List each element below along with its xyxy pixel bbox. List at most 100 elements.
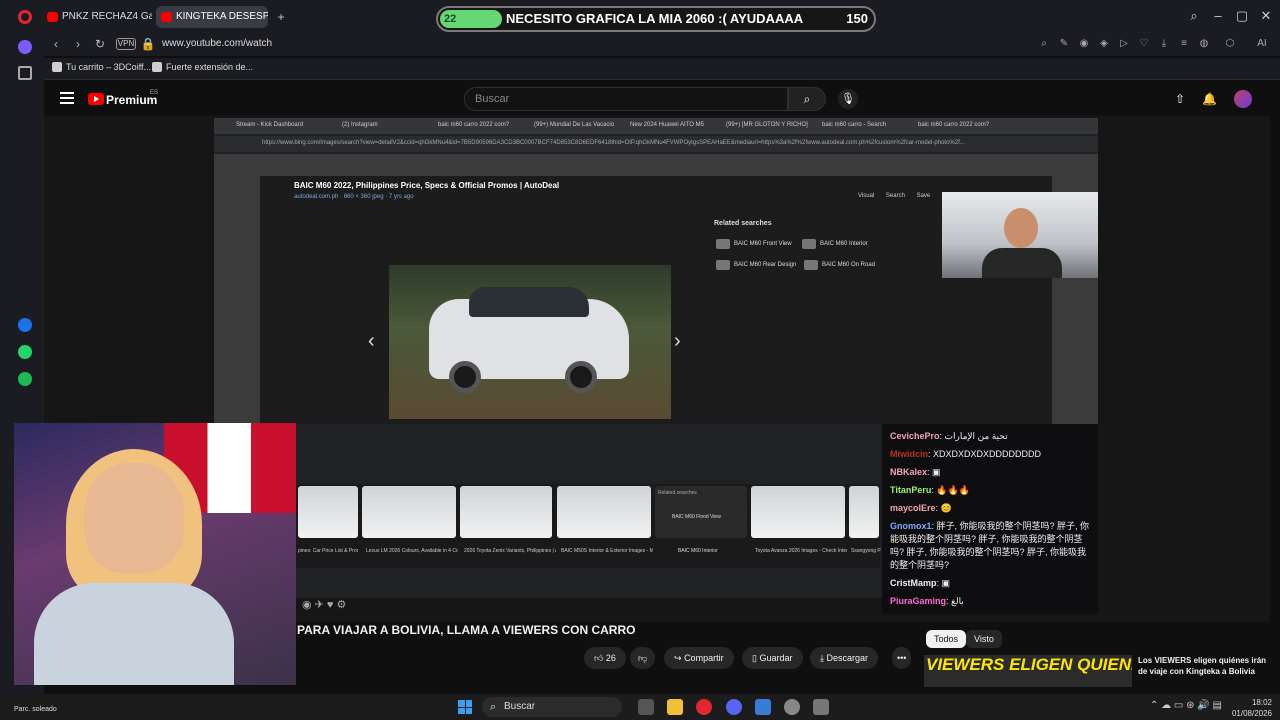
thumbnail-image [751,486,845,538]
captured-tab: New 2024 Huawei AITO M5 [630,122,704,128]
thumbnail-caption: Toyota Avanza 2026 Images - Check Interi… [755,548,847,554]
forward-icon[interactable]: › [70,36,86,52]
ai-icon[interactable]: AI [1252,38,1272,50]
captured-tab: (99+) [MR GLOTON Y RICHO] [726,122,808,128]
video-title: PARA VIAJAR A BOLIVIA, LLAMA A VIEWERS C… [297,623,636,637]
streamer-face [1004,208,1038,248]
chip-all[interactable]: Todos [926,630,967,648]
messenger-icon[interactable] [18,318,32,332]
vpn-badge[interactable]: VPN [116,38,136,50]
lock-icon: 🔒 [140,37,156,51]
microphone-icon[interactable]: 🎙 [838,89,858,109]
related-search-item: BAIC M60 On Road [804,260,875,270]
share-button[interactable]: ↪ Compartir [664,647,734,669]
recommended-thumbnail[interactable]: VIEWERS ELIGEN QUIENES [924,655,1132,687]
opera-icon[interactable] [696,699,712,715]
captured-tab: baic m60 carro 2022 com? [918,122,990,128]
spotify-icon[interactable] [18,372,32,386]
browser-tab[interactable]: PNKZ RECHAZ4 Ganar [42,6,152,28]
shield-icon[interactable]: ◈ [1098,38,1110,50]
star-icon[interactable] [18,66,32,80]
menu-icon[interactable]: ≡ [1178,38,1190,50]
captured-tab: (2) Instagram [342,122,378,128]
browser-tab-active[interactable]: KINGTEKA DESESPER [156,6,268,28]
close-icon[interactable]: ✕ [1258,8,1274,24]
more-actions-button[interactable]: ••• [892,647,912,669]
chat-username: Miwidcin [890,449,928,459]
thumbs-up-icon: 👍︎ [594,653,604,663]
hamburger-menu-icon[interactable] [60,92,74,104]
maximize-icon[interactable]: ▢ [1234,8,1250,24]
like-button[interactable]: 👍︎ 26 [584,647,626,669]
discord-icon[interactable] [726,699,742,715]
youtube-logo-icon[interactable] [88,93,104,105]
chat-message: maycolEre: 😊 [890,503,952,513]
chat-message: CevichePro: تحية من الإمارات [890,431,1008,441]
app-icon[interactable] [784,699,800,715]
chat-username: PiuraGaming [890,596,947,606]
task-view-icon[interactable] [638,699,654,715]
camera-icon[interactable]: ◉ [1078,38,1090,50]
clock-time: 18:02 [1251,698,1272,707]
chat-username: Gnomox1 [890,521,932,531]
back-icon[interactable]: ‹ [48,36,64,52]
search-tabs-icon[interactable]: ⌕ [1186,8,1202,24]
thumbnail-overlay-text: VIEWERS ELIGEN QUIENES [926,655,1132,674]
related-search-item: BAIC M60 Interior [802,239,868,249]
download-button[interactable]: ⤓ Descargar [810,647,879,669]
windows-start-icon[interactable] [458,700,472,714]
bookmark-item[interactable]: Fuerte extensión de... [152,62,253,72]
app-icon[interactable] [755,699,771,715]
save-label: Guardar [759,653,793,663]
dislike-button[interactable]: 👎︎ [630,647,656,669]
download-icon[interactable]: ⤓ [1158,38,1170,50]
download-label: Descargar [826,653,869,663]
bookmark-item[interactable]: Tu carrito – 3DCoiff... [52,62,151,72]
upload-icon[interactable]: ⇧ [1173,92,1187,106]
save-button[interactable]: ▯ Guardar [742,647,803,669]
chat-message: TitanPeru: 🔥🔥🔥 [890,485,970,495]
cohost-shirt [34,583,234,685]
whatsapp-icon[interactable] [18,345,32,359]
url-field[interactable]: www.youtube.com/watch [162,38,272,49]
bookmark-favicon-icon [52,62,62,72]
reload-icon[interactable]: ↻ [92,36,108,52]
search-icon[interactable]: ⌕ [1038,38,1050,50]
play-icon[interactable]: ▷ [1118,38,1130,50]
thumbnail-caption: 2026 Toyota Zenix Variants, Philippines … [464,548,556,554]
chat-username: maycolEre [890,503,936,513]
search-button[interactable]: ⌕ [788,87,826,111]
heart-icon[interactable]: ♡ [1138,38,1150,50]
taskbar-clock[interactable]: 18:02 01/08/2026 [1222,697,1272,719]
new-tab-icon[interactable]: + [274,10,288,24]
minimize-icon[interactable]: – [1210,8,1226,24]
thumbnail-caption: Lexus LM 2026 Colours, Available in 4 Co… [366,548,458,554]
lightbox-source: autodeal.com.ph · 660 × 360 jpeg · 7 yrs… [294,194,414,200]
thumbnail-image [849,486,879,538]
system-tray-icons[interactable]: ⌃ ☁ ▭ ⊛ 🔊 ▤ [1150,700,1222,711]
bookmark-icon: ▯ [752,653,757,663]
bell-icon[interactable]: 🔔 [1202,92,1217,106]
search-input[interactable]: Buscar [464,87,788,111]
youtube-favicon-icon [161,12,172,22]
chat-message: PiuraGaming: بالغ [890,596,964,606]
banner-text: NECESITO GRAFICA LA MIA 2060 :( AYUDAAAA [506,11,804,26]
thumbnail-related-item: BAIC M60 Flood View [672,514,721,520]
lightbox-title: BAIC M60 2022, Philippines Price, Specs … [294,181,560,190]
thumbnail-image [362,486,456,538]
recommended-title[interactable]: Los VIEWERS eligen quiénes irán de viaje… [1138,655,1268,677]
settings-icon[interactable] [813,699,829,715]
home-icon[interactable] [18,40,32,54]
edit-icon[interactable]: ✎ [1058,38,1070,50]
profile-icon[interactable]: ◍ [1198,38,1210,50]
chip-watched[interactable]: Visto [966,630,1002,648]
taskbar-search[interactable]: Buscar [482,697,622,717]
opera-logo-icon[interactable] [18,10,32,24]
file-explorer-icon[interactable] [667,699,683,715]
share-label: Compartir [684,653,724,663]
weather-widget[interactable]: Parc. soleado [14,706,57,713]
chat-text: تحية من الإمارات [944,431,1008,441]
avatar[interactable] [1234,90,1252,108]
extensions-icon[interactable]: ⬡ [1224,38,1236,50]
chat-text: 🔥🔥🔥 [936,485,970,495]
